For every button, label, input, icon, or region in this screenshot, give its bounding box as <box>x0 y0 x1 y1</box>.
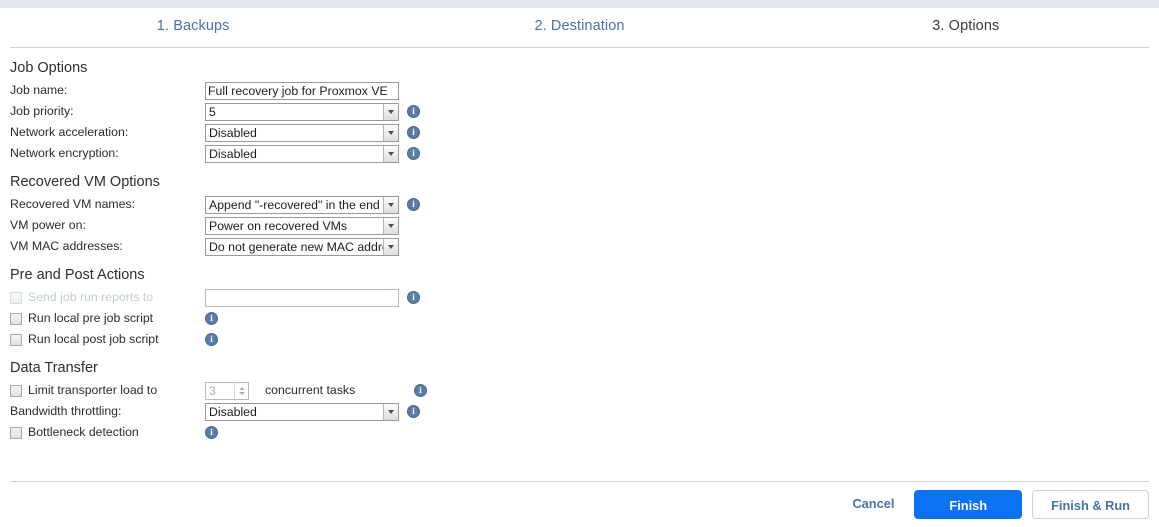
bottleneck-label-wrap: Bottleneck detection <box>0 422 205 443</box>
vm-mac-addresses-label: VM MAC addresses: <box>10 239 123 253</box>
chevron-down-icon[interactable] <box>383 403 398 420</box>
field-row-run-pre-job-script: Run local pre job script i <box>0 308 1159 329</box>
limit-load-label: Limit transporter load to <box>28 383 158 397</box>
info-icon-network-acceleration[interactable]: i <box>407 126 420 139</box>
bandwidth-select[interactable]: Disabled <box>205 402 399 421</box>
send-reports-label-wrap: Send job run reports to <box>0 287 205 308</box>
stepper-arrows[interactable] <box>234 382 248 399</box>
network-acceleration-select[interactable]: Disabled <box>205 123 399 142</box>
wizard-step-header: 1. Backups 2. Destination 3. Options <box>0 8 1159 44</box>
window-top-strip <box>0 0 1159 8</box>
wizard-footer: Cancel Finish Finish & Run <box>0 482 1159 527</box>
network-acceleration-value: Disabled <box>209 125 257 140</box>
pre-script-label-wrap: Run local pre job script <box>0 308 205 329</box>
section-title-data-transfer: Data Transfer <box>10 360 98 376</box>
job-priority-label: Job priority: <box>10 104 74 118</box>
bottleneck-checkbox[interactable] <box>10 426 22 439</box>
vm-mac-addresses-select[interactable]: Do not generate new MAC addre ... <box>205 237 399 256</box>
field-row-vm-mac-addresses: VM MAC addresses: Do not generate new MA… <box>0 236 1159 257</box>
chevron-down-icon[interactable] <box>383 196 398 213</box>
vm-power-on-value: Power on recovered VMs <box>209 218 348 233</box>
recovered-vm-names-label: Recovered VM names: <box>10 197 136 211</box>
bandwidth-label: Bandwidth throttling: <box>10 404 122 418</box>
vm-power-on-label: VM power on: <box>10 218 86 232</box>
bandwidth-value: Disabled <box>209 404 257 419</box>
pre-script-label: Run local pre job script <box>28 311 154 325</box>
info-icon-job-priority[interactable]: i <box>407 105 420 118</box>
job-priority-value: 5 <box>209 104 216 119</box>
field-row-bandwidth-throttling: Bandwidth throttling: Disabled i <box>0 401 1159 422</box>
job-name-input[interactable] <box>205 81 399 100</box>
chevron-down-icon[interactable] <box>383 238 398 255</box>
info-icon-bandwidth[interactable]: i <box>407 405 420 418</box>
field-row-bottleneck-detection: Bottleneck detection i <box>0 422 1159 443</box>
info-icon-limit-load[interactable]: i <box>414 384 427 397</box>
chevron-down-icon[interactable] <box>383 124 398 141</box>
send-reports-input[interactable] <box>205 288 399 307</box>
stepper-down-icon <box>238 391 245 395</box>
chevron-down-icon[interactable] <box>383 145 398 162</box>
section-title-job-options: Job Options <box>10 60 88 76</box>
field-row-job-priority: Job priority: 5 i <box>0 101 1159 122</box>
post-script-checkbox[interactable] <box>10 333 22 346</box>
post-script-label-wrap: Run local post job script <box>0 329 205 350</box>
section-title-pre-post-actions: Pre and Post Actions <box>10 267 145 283</box>
field-row-limit-transporter-load: Limit transporter load to 3 concurrent t… <box>0 380 1159 401</box>
section-title-recovered-vm-options: Recovered VM Options <box>10 174 160 190</box>
send-reports-label: Send job run reports to <box>28 290 154 304</box>
limit-load-suffix: concurrent tasks <box>265 383 356 397</box>
chevron-down-icon[interactable] <box>383 103 398 120</box>
recovered-vm-names-value: Append "-recovered" in the end <box>209 197 380 212</box>
info-icon-network-encryption[interactable]: i <box>407 147 420 160</box>
stepper-up-icon <box>238 386 245 390</box>
field-row-network-acceleration: Network acceleration: Disabled i <box>0 122 1159 143</box>
field-row-vm-power-on: VM power on: Power on recovered VMs <box>0 215 1159 236</box>
job-priority-select[interactable]: 5 <box>205 102 399 121</box>
pre-script-checkbox[interactable] <box>10 312 22 325</box>
network-encryption-select[interactable]: Disabled <box>205 144 399 163</box>
network-encryption-label: Network encryption: <box>10 146 119 160</box>
field-row-job-name: Job name: <box>0 80 1159 101</box>
finish-button[interactable]: Finish <box>914 490 1023 519</box>
job-name-label: Job name: <box>10 83 68 97</box>
wizard-step-options[interactable]: 3. Options <box>773 18 1159 34</box>
field-row-recovered-vm-names: Recovered VM names: Append "-recovered" … <box>0 194 1159 215</box>
post-script-label: Run local post job script <box>28 332 159 346</box>
wizard-step-backups[interactable]: 1. Backups <box>0 18 386 34</box>
info-icon-post-script[interactable]: i <box>205 333 218 346</box>
send-reports-checkbox[interactable] <box>10 291 22 304</box>
field-row-send-job-run-reports: Send job run reports to i <box>0 287 1159 308</box>
vm-mac-addresses-value: Do not generate new MAC addre ... <box>209 239 383 254</box>
network-encryption-value: Disabled <box>209 146 257 161</box>
finish-and-run-button[interactable]: Finish & Run <box>1032 490 1149 519</box>
field-row-network-encryption: Network encryption: Disabled i <box>0 143 1159 164</box>
header-divider <box>10 47 1149 48</box>
info-icon-pre-script[interactable]: i <box>205 312 218 325</box>
limit-load-stepper[interactable]: 3 <box>205 381 249 400</box>
bottleneck-label: Bottleneck detection <box>28 425 139 439</box>
info-icon-send-reports[interactable]: i <box>407 291 420 304</box>
vm-power-on-select[interactable]: Power on recovered VMs <box>205 216 399 235</box>
cancel-button[interactable]: Cancel <box>842 490 904 519</box>
limit-load-label-wrap: Limit transporter load to <box>0 380 205 401</box>
options-form: Job Options Job name: Job priority: 5 i … <box>0 52 1159 443</box>
chevron-down-icon[interactable] <box>383 217 398 234</box>
limit-load-checkbox[interactable] <box>10 384 22 397</box>
options-wizard-page: 1. Backups 2. Destination 3. Options Job… <box>0 0 1159 527</box>
wizard-step-destination[interactable]: 2. Destination <box>386 18 772 34</box>
field-row-run-post-job-script: Run local post job script i <box>0 329 1159 350</box>
info-icon-recovered-vm-names[interactable]: i <box>407 198 420 211</box>
limit-load-value: 3 <box>209 383 216 398</box>
info-icon-bottleneck[interactable]: i <box>205 426 218 439</box>
network-acceleration-label: Network acceleration: <box>10 125 129 139</box>
recovered-vm-names-select[interactable]: Append "-recovered" in the end <box>205 195 399 214</box>
